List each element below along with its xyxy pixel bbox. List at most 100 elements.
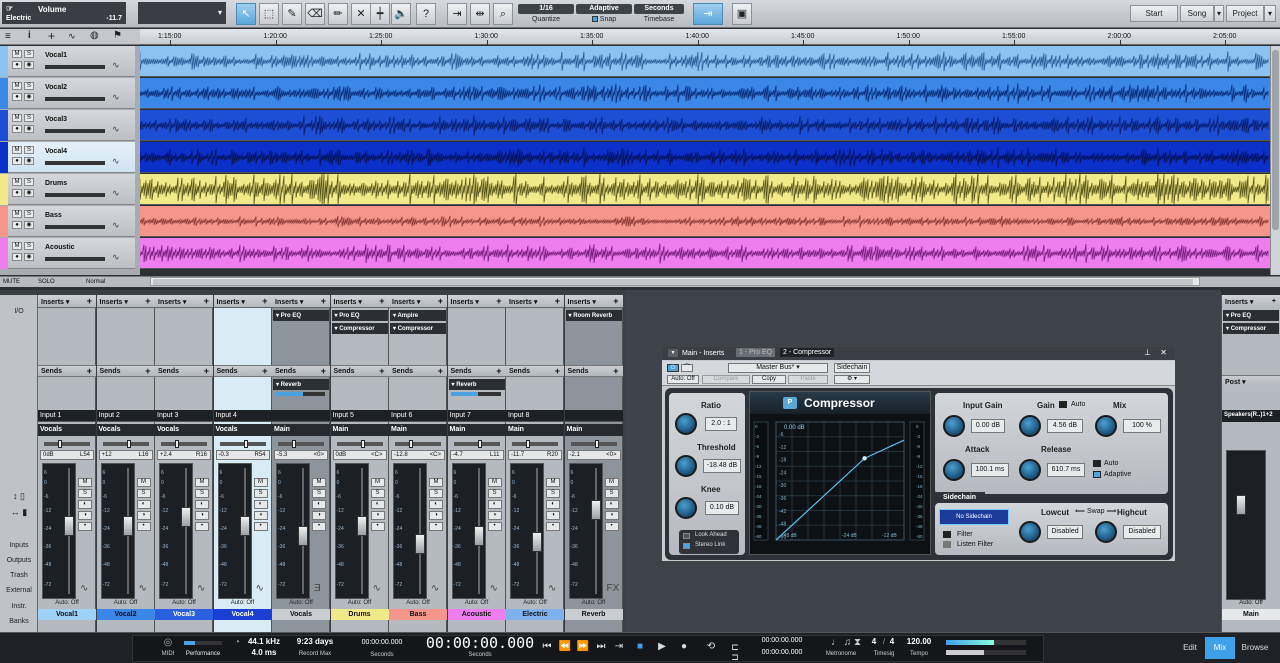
channel-output[interactable]: Main (389, 424, 447, 436)
chevron-down-icon[interactable]: ▾ (64, 299, 70, 306)
loop-select-button[interactable]: ⇥ (447, 3, 467, 25)
record-button[interactable]: ◑ (78, 511, 92, 520)
add-insert-icon[interactable]: + (321, 296, 326, 306)
rewind-icon[interactable]: ⏪ (558, 640, 572, 654)
chevron-down-icon[interactable]: ▾ (239, 299, 245, 306)
fast-forward-icon[interactable]: ⏩ (576, 640, 590, 654)
link-icon[interactable]: ⌒ (681, 364, 693, 372)
mode-selector[interactable]: Normal (86, 279, 105, 285)
channel-input[interactable]: Input 2 (96, 410, 155, 422)
automation-mode[interactable]: Auto: Off (272, 600, 330, 609)
add-send-icon[interactable]: + (379, 366, 384, 376)
automation-icon[interactable]: ∿ (68, 31, 76, 42)
track-header[interactable]: M S ● ◉ Bass ∿ (0, 206, 135, 237)
solo-button[interactable]: S (78, 489, 92, 498)
send-level-slider[interactable] (275, 392, 325, 396)
mute-button[interactable]: M (429, 478, 443, 487)
track-lane[interactable] (140, 238, 1270, 269)
paint-tool-button[interactable]: ✏ (328, 3, 348, 25)
phase-button[interactable]: • (429, 522, 443, 531)
timesig-denominator[interactable]: 4 (886, 637, 898, 646)
volume-fader[interactable] (64, 515, 74, 536)
add-insert-icon[interactable]: + (262, 296, 267, 306)
channel-output[interactable]: Main (564, 424, 623, 436)
automation-mode[interactable]: Auto: Off (155, 600, 213, 609)
post-header[interactable]: Post ▾ (1222, 375, 1280, 387)
track-header[interactable]: M S ● ◉ Vocal3 ∿ (0, 110, 135, 141)
stop-icon[interactable]: ■ (633, 640, 647, 654)
tab-compressor[interactable]: 2 - Compressor (780, 348, 835, 357)
solo-button[interactable]: S (24, 210, 34, 218)
arrow-tool-button[interactable]: ↖ (236, 3, 256, 25)
solo-button[interactable]: S (24, 114, 34, 122)
record-button[interactable]: ◑ (604, 511, 619, 520)
solo-button[interactable]: S (136, 489, 151, 498)
channel-volume-readout[interactable]: 0dB L54 (40, 450, 94, 460)
width-toggle-icon[interactable]: ↔ ▮ (0, 507, 38, 518)
monitor-button[interactable]: ◐ (604, 500, 619, 509)
automation-mode[interactable]: Auto: Off (389, 600, 447, 609)
track-volume-slider[interactable] (45, 193, 105, 197)
highcut-value[interactable]: Disabled (1123, 525, 1161, 539)
add-send-icon[interactable]: + (438, 366, 443, 376)
external-button[interactable]: External (0, 587, 38, 594)
highcut-knob[interactable] (1095, 521, 1117, 543)
record-button[interactable]: ◑ (253, 511, 268, 520)
channel-output[interactable]: Main (447, 424, 506, 436)
ratio-knob[interactable] (675, 413, 697, 435)
sends-header[interactable]: Sends + (506, 365, 564, 377)
record-arm-button[interactable]: ● (12, 253, 22, 261)
lowcut-knob[interactable] (1019, 521, 1041, 543)
record-button[interactable]: ◑ (195, 511, 209, 520)
solo-button[interactable]: S (253, 489, 268, 498)
solo-button[interactable]: S (312, 489, 326, 498)
filter-checkbox[interactable] (943, 531, 951, 538)
mute-button[interactable]: M (12, 82, 22, 90)
power-icon[interactable]: ⏻ (667, 364, 679, 372)
phase-button[interactable]: • (312, 522, 326, 531)
timesig-numerator[interactable]: 4 (868, 637, 880, 646)
automation-mode[interactable]: Auto: Off (214, 600, 272, 609)
eraser-tool-button[interactable]: ⌫ (305, 3, 325, 25)
monitor-button[interactable]: ◐ (546, 500, 560, 509)
channel-input[interactable]: Input 8 (506, 410, 564, 422)
sends-header[interactable]: Sends + (213, 365, 272, 377)
attack-value[interactable]: 100.1 ms (971, 463, 1009, 477)
chevron-down-icon[interactable]: ▾ (590, 299, 596, 306)
add-insert-icon[interactable]: + (438, 296, 443, 306)
paste-button[interactable]: Paste (788, 375, 828, 384)
phase-button[interactable]: • (487, 522, 502, 531)
autoscroll-button[interactable]: ⇥ (693, 3, 723, 25)
menu-icon[interactable]: ≡ (5, 31, 11, 42)
solo-button[interactable]: S (487, 489, 502, 498)
loop-icon[interactable]: ⟲ (702, 640, 720, 654)
pan-slider[interactable] (336, 440, 383, 448)
channel-volume-readout[interactable]: -2.1 <0> (566, 450, 621, 460)
start-button[interactable]: Start (1130, 5, 1178, 22)
record-arm-button[interactable]: ● (12, 157, 22, 165)
send-slot[interactable]: ▾ Reverb (448, 379, 505, 390)
add-insert-icon[interactable]: + (496, 296, 501, 306)
record-arm-button[interactable]: ● (12, 221, 22, 229)
inserts-header[interactable]: Inserts ▾ + (96, 295, 155, 308)
insert-slot[interactable]: ▾ Pro EQ (273, 310, 329, 321)
add-send-icon[interactable]: + (613, 366, 618, 376)
track-header[interactable]: M S ● ◉ Vocal1 ∿ (0, 46, 135, 77)
track-lane[interactable] (140, 110, 1270, 141)
threshold-knob[interactable] (675, 455, 697, 477)
add-insert-icon[interactable]: + (1272, 298, 1276, 305)
skip-to-end-icon[interactable]: ⇥ (612, 640, 626, 654)
solo-button[interactable]: S (546, 489, 560, 498)
track-header[interactable]: M S ● ◉ Acoustic ∿ (0, 238, 135, 269)
timebase-value[interactable]: Seconds (634, 4, 684, 14)
performance-label[interactable]: Performance (180, 651, 226, 657)
adaptive-checkbox[interactable] (1093, 471, 1101, 478)
track-volume-slider[interactable] (45, 161, 105, 165)
add-send-icon[interactable]: + (555, 366, 560, 376)
monitor-button[interactable]: ◐ (312, 500, 326, 509)
channel-volume-readout[interactable]: -0.3 R54 (215, 450, 270, 460)
automation-mode[interactable]: Auto: Off (331, 600, 389, 609)
record-arm-button[interactable]: ● (12, 125, 22, 133)
volume-fader[interactable] (415, 533, 425, 554)
track-volume-slider[interactable] (45, 257, 105, 261)
